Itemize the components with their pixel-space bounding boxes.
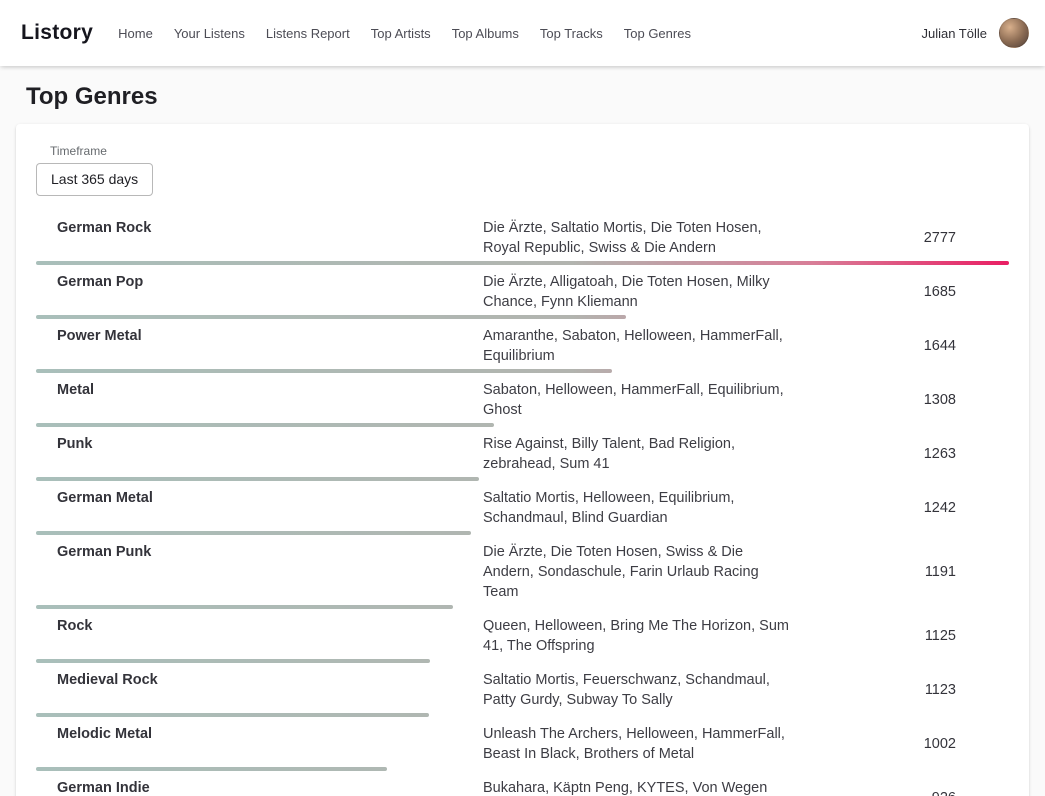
page-title: Top Genres [26,83,1029,111]
genre-name: German Indie [36,778,483,796]
genre-bar-fill [36,713,429,717]
genre-bar-track [36,423,1009,427]
genre-row-grid: German Metal Saltatio Mortis, Helloween,… [36,488,1009,528]
genre-name: German Pop [36,272,483,292]
genre-row-grid: German Pop Die Ärzte, Alligatoah, Die To… [36,272,1009,312]
genre-bar-fill [36,261,1009,265]
avatar[interactable] [999,18,1029,48]
genre-bar-fill [36,423,494,427]
nav-top-genres[interactable]: Top Genres [624,26,691,41]
genre-bar-track [36,315,1009,319]
genre-name: Medieval Rock [36,670,483,690]
genre-name: Melodic Metal [36,724,483,744]
genre-artists: Saltatio Mortis, Feuerschwanz, Schandmau… [483,670,795,710]
genre-row-grid: Metal Sabaton, Helloween, HammerFall, Eq… [36,380,1009,420]
genre-bar-fill [36,315,626,319]
genre-count: 1242 [795,500,1009,516]
genre-row: Punk Rise Against, Billy Talent, Bad Rel… [36,434,1009,481]
genre-count: 1263 [795,446,1009,462]
timeframe-value: Last 365 days [51,171,138,187]
nav-listens-report[interactable]: Listens Report [266,26,350,41]
genre-row: German Rock Die Ärzte, Saltatio Mortis, … [36,218,1009,265]
genre-bar-fill [36,767,387,771]
genre-row: Rock Queen, Helloween, Bring Me The Hori… [36,616,1009,663]
nav-top-artists[interactable]: Top Artists [371,26,431,41]
genre-count: 926 [795,790,1009,796]
genre-bar-fill [36,369,612,373]
genre-bar-track [36,767,1009,771]
genre-count: 1125 [795,628,1009,644]
genre-row-grid: Rock Queen, Helloween, Bring Me The Hori… [36,616,1009,656]
genre-count: 1308 [795,392,1009,408]
genre-bar-track [36,713,1009,717]
genre-count: 1644 [795,338,1009,354]
genre-bar-track [36,369,1009,373]
genre-name: German Metal [36,488,483,508]
main-content: Top Genres Timeframe Last 365 days Germa… [0,83,1045,796]
genre-count: 1191 [795,564,1009,580]
nav-top-albums[interactable]: Top Albums [452,26,519,41]
genre-row-grid: German Indie Bukahara, Käptn Peng, KYTES… [36,778,1009,796]
genre-row-grid: Punk Rise Against, Billy Talent, Bad Rel… [36,434,1009,474]
top-nav-bar: Listory Home Your Listens Listens Report To… [0,0,1045,66]
nav-top-tracks[interactable]: Top Tracks [540,26,603,41]
genre-bar-track [36,659,1009,663]
genre-name: Rock [36,616,483,636]
genre-bar-track [36,531,1009,535]
genre-artists: Rise Against, Billy Talent, Bad Religion… [483,434,795,474]
top-genres-card: Timeframe Last 365 days German Rock Die … [16,124,1029,796]
genre-row-grid: Medieval Rock Saltatio Mortis, Feuerschw… [36,670,1009,710]
genre-artists: Unleash The Archers, Helloween, HammerFa… [483,724,795,764]
genre-name: German Rock [36,218,483,238]
genre-name: Punk [36,434,483,454]
genre-bar-fill [36,477,479,481]
genre-row: Power Metal Amaranthe, Sabaton, Hellowee… [36,326,1009,373]
nav-home[interactable]: Home [118,26,153,41]
genre-row: Melodic Metal Unleash The Archers, Hello… [36,724,1009,771]
genre-bar-fill [36,659,430,663]
genre-name: Power Metal [36,326,483,346]
genre-count: 1002 [795,736,1009,752]
genre-artists: Die Ärzte, Alligatoah, Die Toten Hosen, … [483,272,795,312]
genre-count: 1685 [795,284,1009,300]
genre-row-grid: German Punk Die Ärzte, Die Toten Hosen, … [36,542,1009,602]
genre-artists: Die Ärzte, Die Toten Hosen, Swiss & Die … [483,542,795,602]
genre-bar-track [36,261,1009,265]
genre-row-grid: Power Metal Amaranthe, Sabaton, Hellowee… [36,326,1009,366]
genre-artists: Bukahara, Käptn Peng, KYTES, Von Wegen L… [483,778,795,796]
genre-row: German Indie Bukahara, Käptn Peng, KYTES… [36,778,1009,796]
timeframe-control: Timeframe Last 365 days [36,144,1009,196]
genre-row: German Punk Die Ärzte, Die Toten Hosen, … [36,542,1009,609]
genre-name: Metal [36,380,483,400]
genre-count: 1123 [795,682,1009,698]
genre-name: German Punk [36,542,483,562]
genre-artists: Saltatio Mortis, Helloween, Equilibrium,… [483,488,795,528]
genre-artists: Sabaton, Helloween, HammerFall, Equilibr… [483,380,795,420]
genre-row: German Metal Saltatio Mortis, Helloween,… [36,488,1009,535]
main-nav: Home Your Listens Listens Report Top Artist… [118,26,691,41]
genre-bar-fill [36,531,471,535]
genre-count: 2777 [795,230,1009,246]
timeframe-label: Timeframe [50,144,1009,158]
genre-bar-track [36,605,1009,609]
genre-artists: Amaranthe, Sabaton, Helloween, HammerFal… [483,326,795,366]
genre-artists: Die Ärzte, Saltatio Mortis, Die Toten Ho… [483,218,795,258]
app-logo[interactable]: Listory [21,21,93,45]
genre-row-grid: Melodic Metal Unleash The Archers, Hello… [36,724,1009,764]
timeframe-select[interactable]: Last 365 days [36,163,153,196]
genre-rows: German Rock Die Ärzte, Saltatio Mortis, … [36,218,1009,796]
nav-your-listens[interactable]: Your Listens [174,26,245,41]
genre-bar-fill [36,605,453,609]
user-menu[interactable]: Julian Tölle [921,18,1029,48]
genre-row: German Pop Die Ärzte, Alligatoah, Die To… [36,272,1009,319]
genre-row: Metal Sabaton, Helloween, HammerFall, Eq… [36,380,1009,427]
genre-artists: Queen, Helloween, Bring Me The Horizon, … [483,616,795,656]
genre-row: Medieval Rock Saltatio Mortis, Feuerschw… [36,670,1009,717]
user-name: Julian Tölle [921,26,987,41]
genre-bar-track [36,477,1009,481]
genre-row-grid: German Rock Die Ärzte, Saltatio Mortis, … [36,218,1009,258]
